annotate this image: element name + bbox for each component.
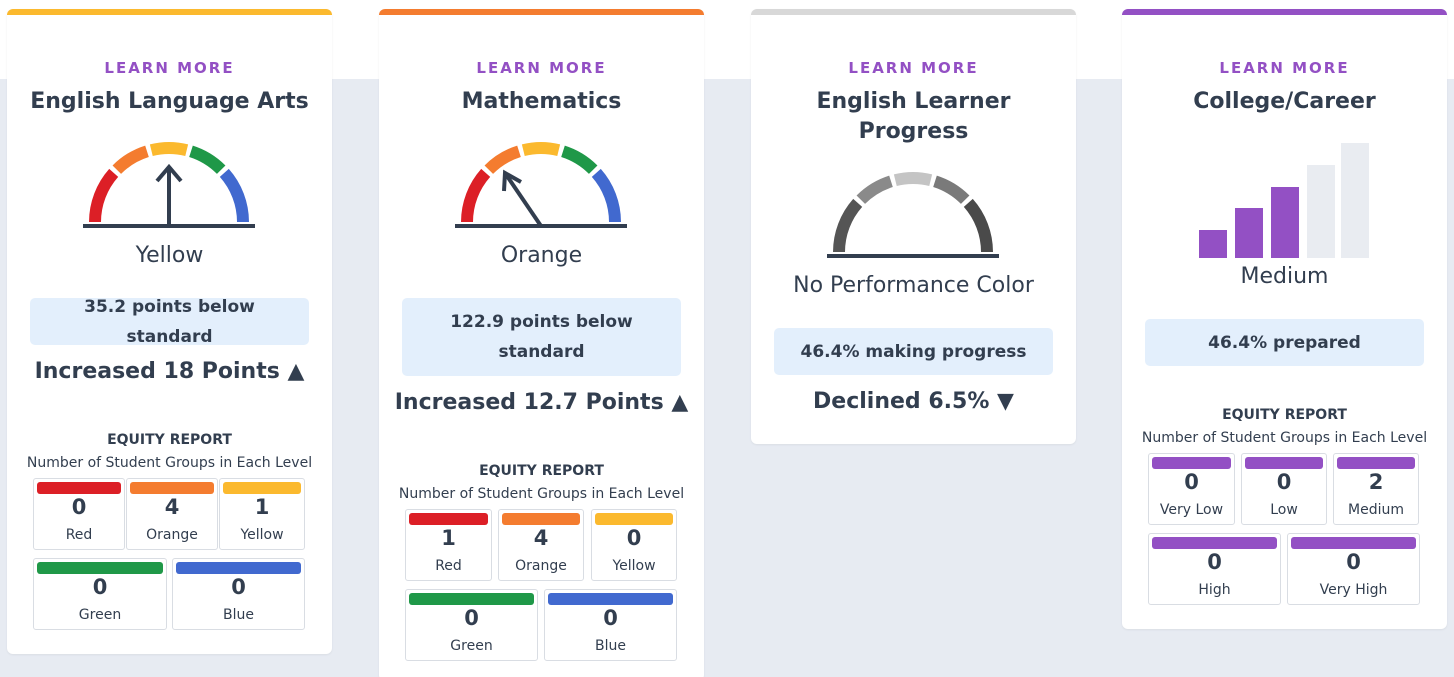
speedometer-gauge-icon — [83, 142, 255, 228]
yellow-level-bar — [595, 513, 673, 525]
level-very-high: 0 Very High — [1287, 533, 1420, 605]
level-count: 2 — [1368, 470, 1384, 494]
level-red: 0 Red — [33, 478, 125, 550]
purple-level-bar — [1337, 457, 1415, 469]
blue-level-bar — [176, 562, 301, 574]
card-title-line-2: Progress — [858, 119, 969, 144]
level-label: Orange — [515, 558, 567, 574]
level-count: 1 — [254, 495, 270, 519]
red-level-bar — [409, 513, 488, 525]
level-green: 0 Green — [405, 589, 538, 661]
level-label: High — [1198, 582, 1231, 598]
level-label: Red — [65, 527, 93, 543]
equity-report-title: EQUITY REPORT — [479, 463, 604, 479]
performance-level: No Performance Color — [793, 273, 1034, 298]
level-count: 0 — [1184, 470, 1199, 494]
speedometer-gauge-icon — [455, 142, 627, 228]
college-career-indicator-card[interactable]: LEARN MORE College/Career Medium 46.4% p… — [1122, 9, 1447, 629]
equity-report-title: EQUITY REPORT — [107, 432, 232, 448]
level-label: Green — [78, 607, 122, 623]
orange-level-bar — [502, 513, 580, 525]
level-orange: 4 Orange — [126, 478, 218, 550]
level-count: 0 — [1207, 550, 1222, 574]
learn-more-link[interactable]: LEARN MORE — [751, 59, 1076, 77]
level-blue: 0 Blue — [172, 558, 305, 630]
orange-level-bar — [130, 482, 214, 494]
status-box: 35.2 points below standard — [30, 297, 309, 347]
learn-more-link[interactable]: LEARN MORE — [379, 59, 704, 77]
level-count: 0 — [1346, 550, 1361, 574]
status-box: 46.4% prepared — [1145, 319, 1424, 366]
equity-report-subtitle: Number of Student Groups in Each Level — [1141, 430, 1428, 446]
level-yellow: 0 Yellow — [591, 509, 677, 581]
purple-level-bar — [1245, 457, 1323, 469]
level-count: 0 — [603, 606, 618, 630]
level-label: Red — [435, 558, 462, 574]
level-count: 0 — [71, 495, 87, 519]
yellow-level-bar — [223, 482, 301, 494]
level-count: 0 — [1276, 470, 1292, 494]
level-orange: 4 Orange — [498, 509, 584, 581]
level-label: Orange — [146, 527, 198, 543]
learn-more-link[interactable]: LEARN MORE — [1122, 59, 1447, 77]
equity-report-subtitle: Number of Student Groups in Each Level — [26, 455, 313, 471]
change-indicator: Declined 6.5% ▼ — [813, 389, 1014, 414]
purple-level-bar — [1291, 537, 1416, 549]
level-medium: 2 Medium — [1333, 453, 1419, 525]
level-count: 0 — [92, 575, 108, 599]
level-label: Yellow — [240, 527, 284, 543]
status-box: 46.4% making progress — [774, 328, 1053, 375]
level-yellow: 1 Yellow — [219, 478, 305, 550]
level-count: 4 — [164, 495, 180, 519]
card-title-line-1: English Learner — [816, 89, 1011, 114]
level-label: Yellow — [612, 558, 656, 574]
level-green: 0 Green — [33, 558, 167, 630]
level-count: 0 — [464, 606, 479, 630]
card-title: Mathematics — [461, 89, 622, 114]
level-blue: 0 Blue — [544, 589, 677, 661]
purple-level-bar — [1152, 457, 1231, 469]
ela-indicator-card[interactable]: LEARN MORE English Language Arts Yellow … — [7, 9, 332, 654]
elp-indicator-card[interactable]: LEARN MORE English Learner Progress No P… — [751, 9, 1076, 444]
level-count: 0 — [626, 526, 642, 550]
level-count: 1 — [441, 526, 456, 550]
gray-gauge-icon — [827, 172, 999, 258]
change-indicator: Increased 18 Points ▲ — [34, 359, 305, 384]
card-title: English Language Arts — [30, 89, 309, 114]
level-high: 0 High — [1148, 533, 1281, 605]
green-level-bar — [37, 562, 163, 574]
level-label: Medium — [1348, 502, 1404, 518]
red-level-bar — [37, 482, 121, 494]
change-indicator: Increased 12.7 Points ▲ — [394, 390, 689, 415]
level-label: Blue — [223, 607, 254, 623]
level-label: Green — [450, 638, 493, 654]
learn-more-link[interactable]: LEARN MORE — [7, 59, 332, 77]
purple-level-bar — [1152, 537, 1277, 549]
blue-level-bar — [548, 593, 673, 605]
performance-level: Orange — [500, 243, 583, 268]
bar-levels-icon — [1199, 143, 1369, 258]
level-red: 1 Red — [405, 509, 492, 581]
card-title: College/Career — [1193, 89, 1376, 114]
level-label: Low — [1270, 502, 1298, 518]
performance-level: Yellow — [135, 243, 204, 268]
level-very-low: 0 Very Low — [1148, 453, 1235, 525]
card-title: English Learner Progress — [751, 87, 1076, 147]
level-label: Very High — [1319, 582, 1388, 598]
performance-level: Medium — [1240, 264, 1329, 289]
level-count: 0 — [231, 575, 246, 599]
level-low: 0 Low — [1241, 453, 1327, 525]
math-indicator-card[interactable]: LEARN MORE Mathematics Orange 122.9 poin… — [379, 9, 704, 677]
level-count: 4 — [533, 526, 549, 550]
equity-report-title: EQUITY REPORT — [1222, 407, 1347, 423]
green-level-bar — [409, 593, 534, 605]
status-box: 122.9 points below standard — [402, 298, 681, 376]
level-label: Blue — [595, 638, 626, 654]
equity-report-subtitle: Number of Student Groups in Each Level — [398, 486, 685, 502]
level-label: Very Low — [1159, 502, 1224, 518]
